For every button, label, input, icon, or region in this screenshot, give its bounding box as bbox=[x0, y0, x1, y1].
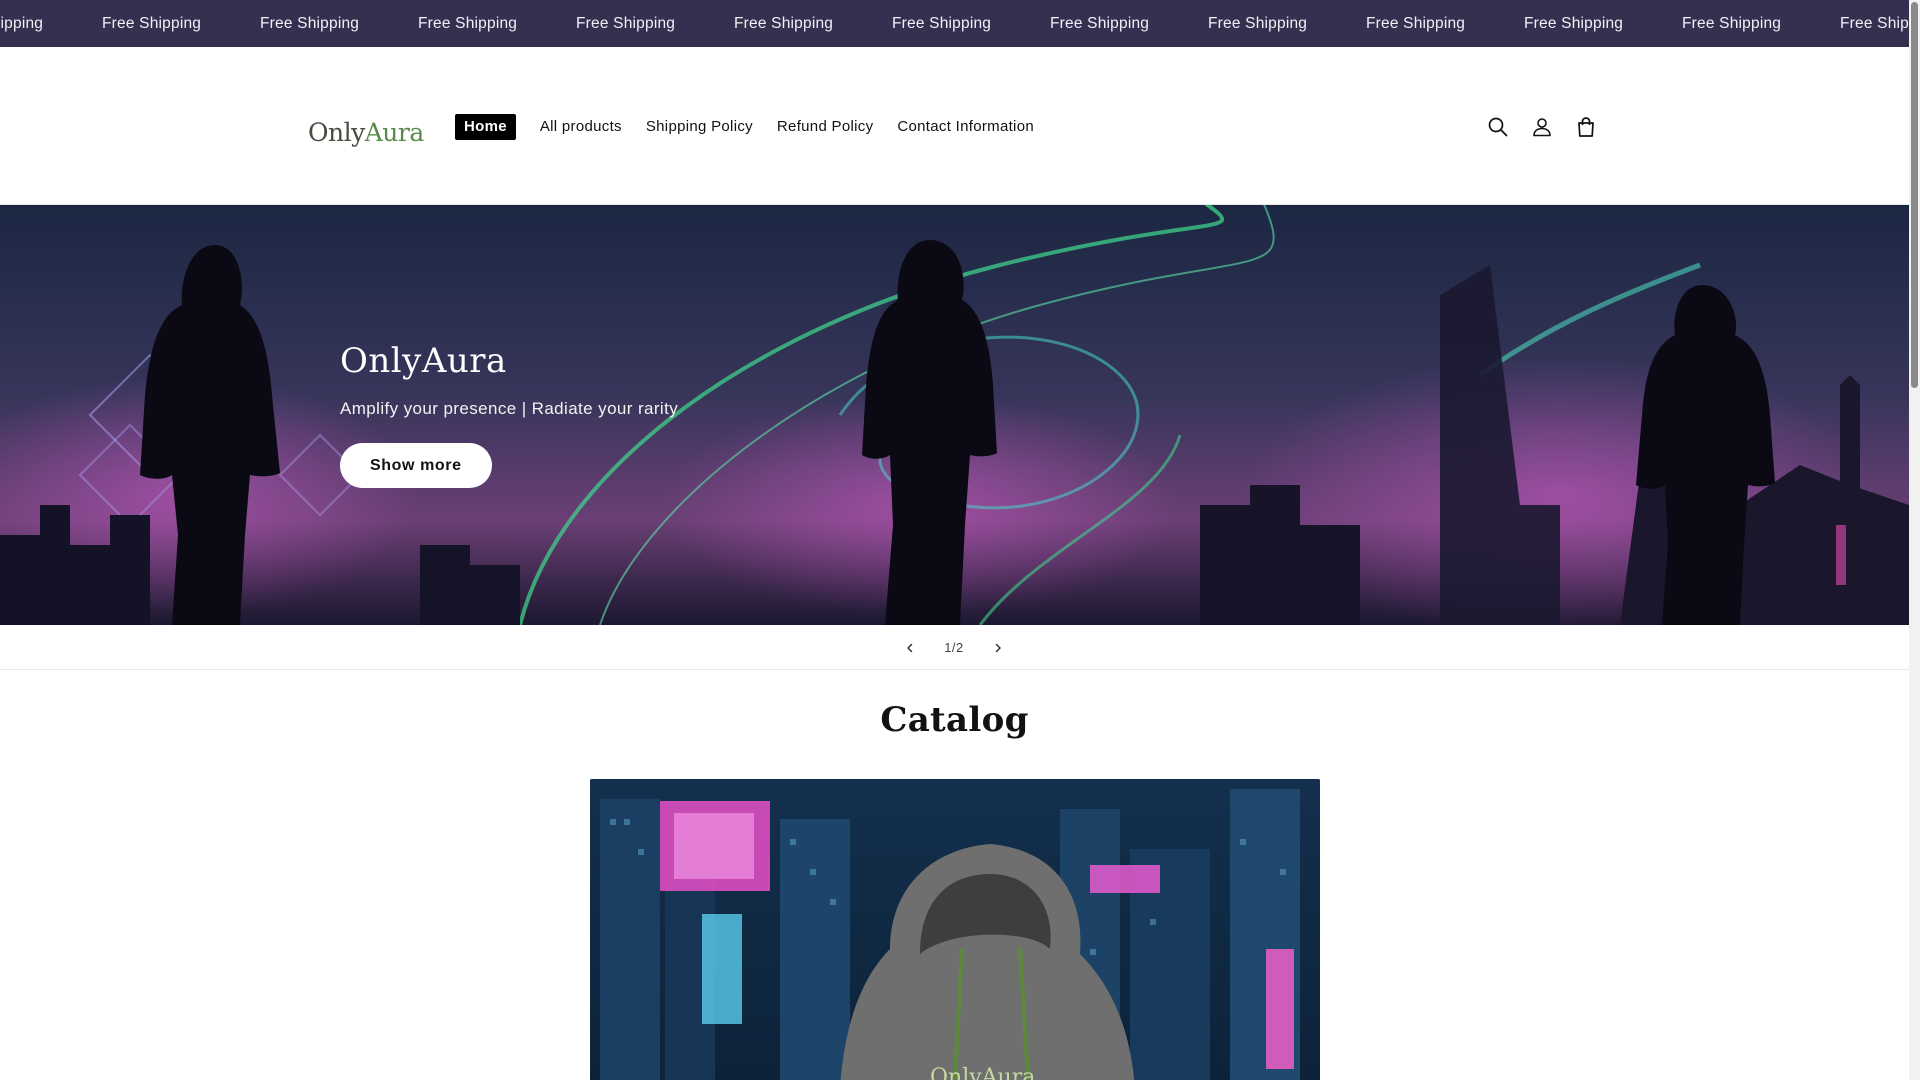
announcement-item: Free Shipping bbox=[734, 14, 834, 32]
announcement-item: Free Shipping bbox=[1366, 14, 1466, 32]
nav-item-refund-policy[interactable]: Refund Policy bbox=[777, 114, 873, 140]
site-logo[interactable]: OnlyAura bbox=[308, 112, 424, 152]
hero-background-image bbox=[0, 205, 1909, 625]
show-more-button[interactable]: Show more bbox=[340, 443, 492, 488]
header-icons bbox=[1484, 113, 1616, 141]
scrollbar-thumb[interactable] bbox=[1911, 2, 1918, 388]
announcement-item: Free Shipping bbox=[576, 14, 676, 32]
hero-banner: OnlyAura Amplify your presence | Radiate… bbox=[0, 205, 1909, 625]
announcement-item: Free Shipping bbox=[1208, 14, 1308, 32]
slideshow-pagination: 1/2 bbox=[896, 625, 1012, 670]
catalog-image-art: OnlyAura bbox=[590, 779, 1320, 1080]
page-content: Free Shipping Free Shipping Free Shippin… bbox=[0, 0, 1909, 1080]
nav-item-home[interactable]: Home bbox=[455, 114, 516, 140]
hero-content: OnlyAura Amplify your presence | Radiate… bbox=[340, 341, 678, 488]
page: Free Shipping Free Shipping Free Shippin… bbox=[0, 0, 1920, 1080]
page-scrollbar[interactable] bbox=[1909, 0, 1920, 1080]
announcement-item: Free Shipping bbox=[260, 14, 360, 32]
nav-item-all-products[interactable]: All products bbox=[540, 114, 622, 140]
announcement-item: Free Shipping bbox=[102, 14, 202, 32]
slide-counter: 1/2 bbox=[944, 640, 964, 655]
logo-text-part2: Aura bbox=[364, 117, 425, 147]
hero-subtitle: Amplify your presence | Radiate your rar… bbox=[340, 399, 679, 418]
chevron-left-icon[interactable] bbox=[896, 634, 924, 662]
announcement-item: Free Shipping bbox=[1682, 14, 1782, 32]
catalog-product-image[interactable]: OnlyAura bbox=[590, 779, 1320, 1080]
account-icon[interactable] bbox=[1528, 113, 1556, 141]
announcement-item: Free Shipping bbox=[1050, 14, 1150, 32]
nav-item-contact-information[interactable]: Contact Information bbox=[897, 114, 1034, 140]
main-nav: Home All products Shipping Policy Refund… bbox=[455, 112, 1058, 142]
slideshow-controls: 1/2 bbox=[0, 625, 1909, 670]
search-icon[interactable] bbox=[1484, 113, 1512, 141]
nav-item-shipping-policy[interactable]: Shipping Policy bbox=[646, 114, 753, 140]
announcement-item: Free Shipping bbox=[892, 14, 992, 32]
announcement-item: Free Shipping bbox=[418, 14, 518, 32]
logo-text-part1: Only bbox=[308, 117, 365, 147]
announcement-bar: Free Shipping Free Shipping Free Shippin… bbox=[0, 0, 1909, 47]
catalog-title: Catalog bbox=[880, 700, 1029, 740]
logo-text: OnlyAura bbox=[308, 118, 424, 147]
cart-icon[interactable] bbox=[1572, 113, 1600, 141]
hoodie-logo-text: OnlyAura bbox=[930, 1065, 1035, 1080]
announcement-item: Free Shipping bbox=[1524, 14, 1624, 32]
chevron-right-icon[interactable] bbox=[984, 634, 1012, 662]
hero-title: OnlyAura bbox=[340, 341, 507, 381]
site-header: OnlyAura Home All products Shipping Poli… bbox=[0, 47, 1909, 205]
announcement-item: Free Shipping bbox=[1840, 14, 1909, 32]
announcement-item: Free Shipping bbox=[0, 14, 44, 32]
announcement-marquee: Free Shipping Free Shipping Free Shippin… bbox=[0, 0, 1909, 47]
